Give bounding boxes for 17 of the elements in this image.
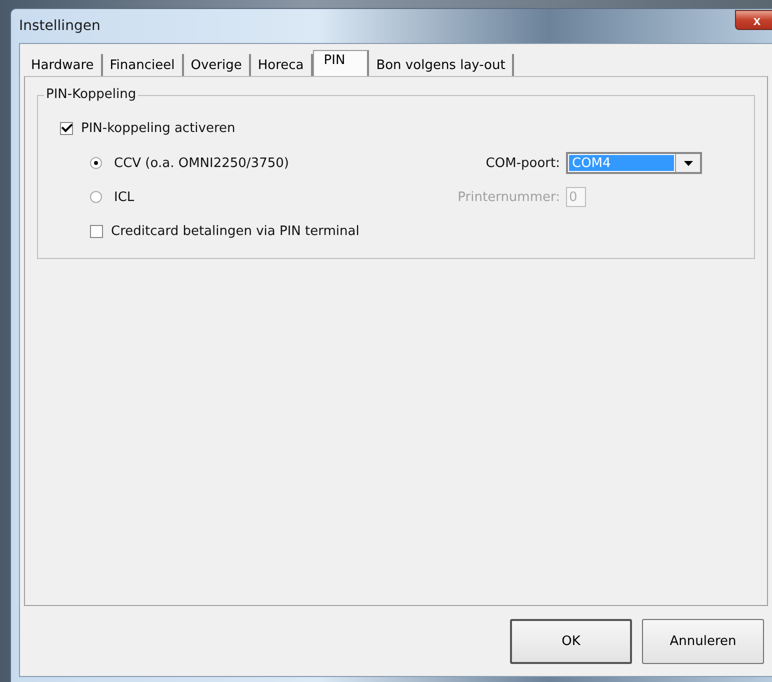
radio-button[interactable] [90,191,102,203]
checkbox-label: Creditcard betalingen via PIN terminal [111,224,360,238]
checkbox-label: PIN-koppeling activeren [81,120,236,136]
cancel-button[interactable]: Annuleren [642,618,764,664]
close-button[interactable]: x [735,10,772,30]
ok-button[interactable]: OK [510,618,632,664]
checkbox[interactable] [90,224,103,238]
window-title: Instellingen [19,18,100,34]
radio-label: CCV (o.a. OMNI2250/3750) [114,156,289,170]
checkbox[interactable] [60,122,73,134]
caret-icon [684,160,692,166]
radio-label: ICL [114,190,134,204]
group-title: PIN-Koppeling [44,87,138,102]
tab[interactable]: PIN [312,50,370,76]
field-label: Printernummer: [456,190,561,204]
field-label: COM-poort: [484,156,561,170]
radio-button[interactable] [90,157,102,169]
